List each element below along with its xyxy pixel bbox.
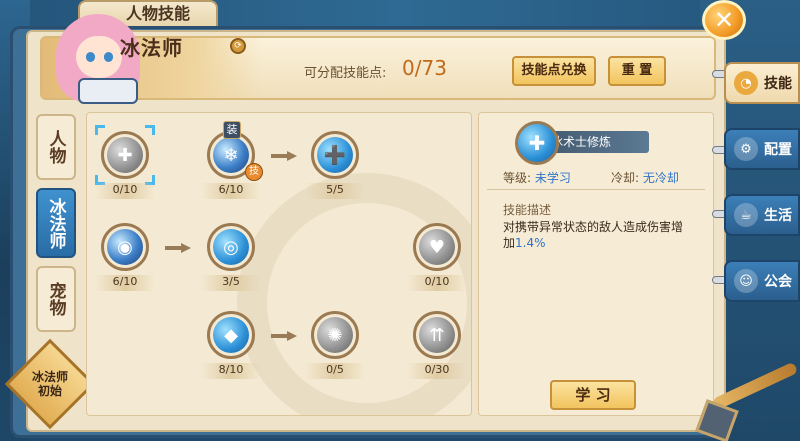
avatar-eye	[104, 52, 113, 62]
exchange-points-button[interactable]: 技能点兑换	[512, 56, 596, 86]
skill-node-5[interactable]: ◎	[207, 223, 255, 271]
tab-guild-label: 公会	[764, 274, 792, 290]
avatar-robe	[78, 78, 138, 104]
cup-icon: ☕	[734, 203, 758, 227]
skill-swirl-icon: ◔	[734, 71, 758, 95]
class-swap-icon[interactable]: ⟳	[230, 38, 246, 54]
skill-node-count: 0/10	[407, 275, 467, 291]
skill-points-label: 可分配技能点:	[304, 66, 387, 81]
divider	[487, 189, 705, 190]
skill-node-count: 5/5	[305, 183, 365, 199]
equipped-badge: 装	[223, 121, 241, 139]
tab-config-label: 配置	[764, 142, 792, 158]
skill-node-4[interactable]: ◉	[101, 223, 149, 271]
shield-heal-icon: ✚	[515, 121, 559, 165]
description-text: 对携带异常状态的敌人造成伤害增加1.4%	[503, 219, 693, 251]
skill-node-count: 0/30	[407, 363, 467, 379]
vortex-orb-icon: ◉	[107, 229, 143, 265]
close-button[interactable]: ✕	[702, 0, 746, 40]
skill-node-count: 0/5	[305, 363, 365, 379]
avatar-eye	[86, 52, 95, 62]
class-badge-line1: 冰法师	[31, 370, 68, 384]
skill-node-8[interactable]: ✺	[311, 311, 359, 359]
shield-heal-icon: ✚	[107, 137, 143, 173]
skill-points-value: 0/73	[402, 56, 447, 80]
tab-skills[interactable]: ◔ 技能	[724, 62, 800, 104]
tab-pet[interactable]: 宠物	[36, 266, 76, 332]
skill-node-count: 6/10	[201, 183, 261, 199]
tree-arrow	[165, 243, 191, 253]
learn-button[interactable]: 学 习	[550, 380, 636, 410]
tree-arrow	[271, 151, 297, 161]
cooldown-label: 冷却:	[611, 171, 640, 185]
skill-cooldown: 冷却: 无冷却	[611, 169, 679, 186]
heart-plus-icon: ♥	[419, 229, 455, 265]
tab-life[interactable]: ☕ 生活	[724, 194, 800, 236]
class-badge-text: 冰法师 初始	[18, 370, 82, 398]
level-label: 等级:	[503, 171, 532, 185]
diamond-shield-icon: ◆	[213, 317, 249, 353]
skill-node-1[interactable]: ✚	[95, 125, 155, 185]
gear-icon: ⚙	[734, 137, 758, 161]
reset-button[interactable]: 重 置	[608, 56, 666, 86]
tab-skills-label: 技能	[764, 76, 792, 92]
level-value: 未学习	[534, 171, 571, 185]
selection-corner	[145, 125, 155, 135]
cooldown-value: 无冷却	[642, 171, 679, 185]
tab-config[interactable]: ⚙ 配置	[724, 128, 800, 170]
skill-node-9[interactable]: ⇈	[413, 311, 461, 359]
tab-character[interactable]: 人物	[36, 114, 76, 180]
skill-node-2[interactable]: ❄ 装 技	[207, 121, 263, 181]
class-badge-line2: 初始	[37, 384, 62, 398]
ice-crystal-icon: ❄	[213, 137, 249, 173]
ice-swirl-plus-icon: ➕	[317, 137, 353, 173]
skill-node-3[interactable]: ➕	[311, 131, 359, 179]
class-name: 冰法师	[120, 36, 183, 60]
skill-node-count: 3/5	[201, 275, 261, 291]
skill-node-count: 8/10	[201, 363, 261, 379]
guild-people-icon: ☺	[734, 269, 758, 293]
emblem-watermark	[237, 173, 471, 415]
tab-life-label: 生活	[764, 208, 792, 224]
skill-level: 等级: 未学习	[503, 169, 571, 186]
avatar-face	[76, 36, 122, 78]
skill-tag: 技	[245, 163, 263, 181]
skill-node-6[interactable]: ♥	[413, 223, 461, 271]
description-value: 1.4%	[515, 236, 546, 250]
tree-arrow	[271, 331, 297, 341]
tab-guild[interactable]: ☺ 公会	[724, 260, 800, 302]
skill-node-count: 0/10	[95, 183, 155, 199]
swirl-gear-icon: ✺	[317, 317, 353, 353]
skill-tree-panel: ✚ 0/10 ❄ 装 技 6/10 ➕ 5/5 ◉ 6/10 ◎ 3/5 ♥ 0…	[86, 112, 472, 416]
skill-detail-panel: 冰术士修炼 ✚ 等级: 未学习 冷却: 无冷却 技能描述 对携带异常状态的敌人造…	[478, 112, 714, 416]
skill-node-7[interactable]: ◆	[207, 311, 255, 359]
team-ring-icon: ◎	[213, 229, 249, 265]
skill-node-count: 6/10	[95, 275, 155, 291]
selection-corner	[95, 125, 105, 135]
description-title: 技能描述	[503, 203, 552, 217]
tab-ice-mage[interactable]: 冰法师	[36, 188, 76, 258]
triple-arrow-up-icon: ⇈	[419, 317, 455, 353]
